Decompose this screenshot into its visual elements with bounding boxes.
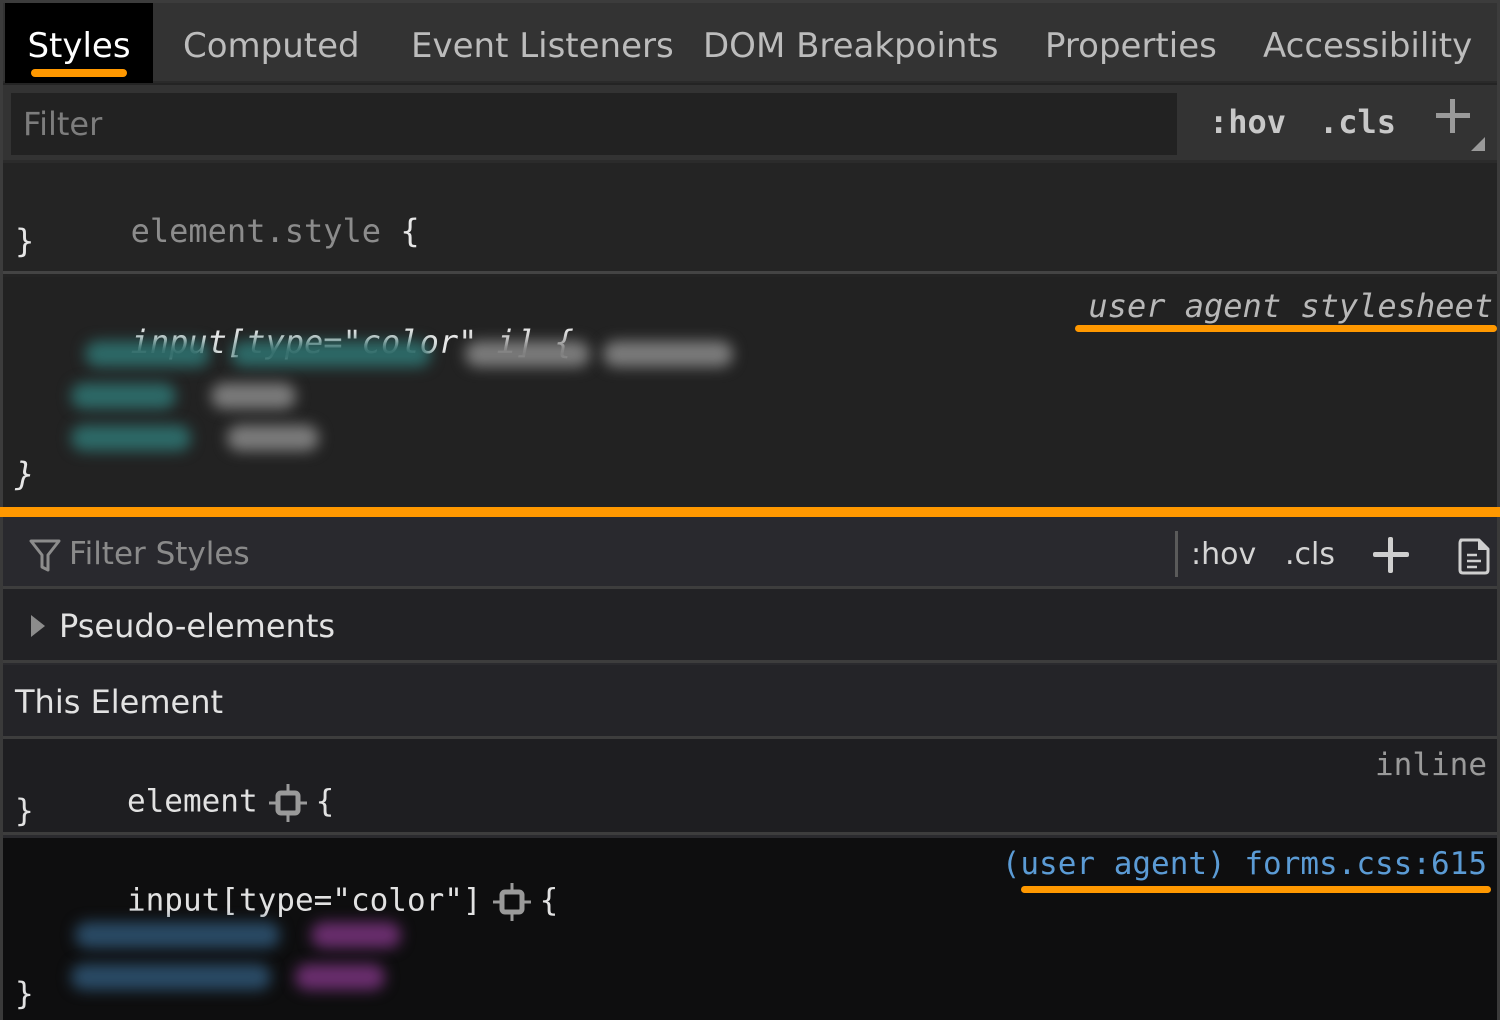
pseudo-elements-section[interactable]: Pseudo-elements: [3, 589, 1497, 663]
tab-label: Styles: [27, 26, 131, 66]
element-target-icon[interactable]: [492, 882, 532, 922]
blurred-value: [311, 922, 401, 948]
this-element-label: This Element: [15, 683, 224, 721]
new-style-rule-plus-icon[interactable]: [1371, 535, 1411, 575]
blurred-property: [75, 922, 280, 948]
document-icon[interactable]: [1457, 537, 1491, 575]
panel-divider: [0, 507, 1500, 517]
blurred-value: [211, 383, 296, 409]
blurred-property: [71, 964, 271, 990]
filter-toolbar: :hov .cls: [3, 517, 1497, 589]
rule-input-color-ua: input[type="color"] { (user agent) forms…: [3, 838, 1497, 1020]
dropdown-corner-icon[interactable]: [1471, 137, 1485, 151]
hov-button[interactable]: :hov: [1191, 537, 1256, 572]
rule-element-style: element.style { }: [3, 166, 1497, 274]
hov-button[interactable]: :hov: [1209, 103, 1286, 141]
rule-selector[interactable]: element: [127, 784, 258, 820]
open-brace: {: [315, 783, 335, 820]
rule-source-link[interactable]: user agent stylesheet: [1088, 287, 1493, 325]
close-brace: }: [15, 976, 34, 1012]
tab-event-listeners[interactable]: Event Listeners: [411, 3, 674, 83]
tab-properties[interactable]: Properties: [1045, 3, 1217, 83]
blurred-value: [295, 964, 385, 990]
element-target-icon[interactable]: [268, 783, 308, 823]
chrome-styles-panel: Styles Computed Event Listeners DOM Brea…: [0, 0, 1500, 508]
cls-button[interactable]: .cls: [1319, 103, 1396, 141]
close-brace: }: [15, 793, 34, 829]
tab-computed[interactable]: Computed: [183, 3, 360, 83]
rule-input-color-ua: input[type="color" i] { user agent style…: [3, 277, 1497, 507]
close-brace: }: [15, 222, 35, 260]
open-brace: {: [400, 212, 420, 250]
blurred-value: [603, 341, 733, 367]
blurred-value: [465, 341, 590, 367]
cls-button[interactable]: .cls: [1285, 537, 1335, 572]
tab-styles[interactable]: Styles: [5, 3, 153, 83]
source-highlight-underline: [1075, 325, 1497, 332]
toolbar-separator: [1175, 531, 1178, 577]
expand-triangle-icon[interactable]: [31, 615, 45, 637]
tab-dom-breakpoints[interactable]: DOM Breakpoints: [703, 3, 999, 83]
rule-selector[interactable]: input[type="color"]: [127, 883, 482, 919]
new-style-rule-plus-icon[interactable]: [1433, 97, 1473, 137]
filter-funnel-icon: [29, 539, 61, 572]
blurred-property: [71, 425, 191, 451]
blurred-property: [231, 341, 431, 367]
open-brace: {: [539, 882, 559, 919]
rule-source-link[interactable]: (user agent) forms.css:615: [1002, 846, 1487, 882]
blurred-value: [227, 425, 319, 451]
filter-toolbar: :hov .cls: [3, 85, 1497, 163]
this-element-header: This Element: [3, 665, 1497, 739]
blurred-property: [85, 341, 210, 367]
close-brace: }: [15, 455, 35, 493]
rule-element-inline: element { inline }: [3, 739, 1497, 835]
tab-bar: Styles Computed Event Listeners DOM Brea…: [3, 3, 1497, 83]
highlight-underline: [31, 69, 127, 77]
blurred-property: [71, 383, 176, 409]
tab-accessibility[interactable]: Accessibility: [1263, 3, 1472, 83]
source-highlight-underline: [1021, 886, 1491, 893]
filter-styles-input[interactable]: [69, 529, 1159, 579]
filter-input[interactable]: [11, 93, 1177, 155]
pseudo-elements-label: Pseudo-elements: [59, 607, 336, 645]
rule-selector[interactable]: element.style: [131, 212, 381, 250]
edge-styles-panel: :hov .cls Pseudo-elements This Element e…: [0, 517, 1500, 1020]
rule-source-inline: inline: [1375, 747, 1487, 783]
